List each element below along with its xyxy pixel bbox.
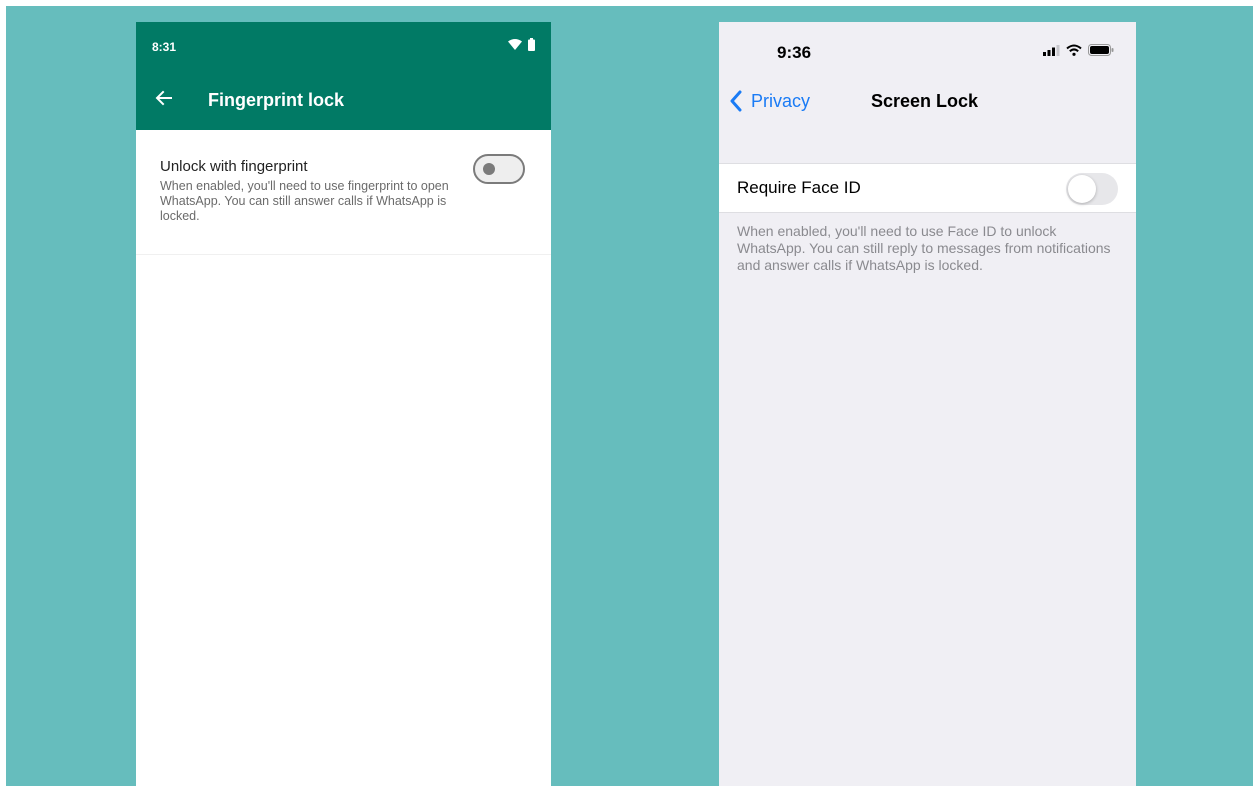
page-title: Screen Lock xyxy=(871,91,979,111)
setting-description: When enabled, you'll need to use fingerp… xyxy=(160,179,449,223)
back-button[interactable]: Privacy xyxy=(729,90,810,112)
status-icons xyxy=(508,38,535,51)
setting-row-face-id[interactable]: Require Face ID xyxy=(719,163,1136,213)
ios-screen: 9:36 Privacy Screen Lock Require Face ID xyxy=(719,22,1136,786)
status-time: 9:36 xyxy=(777,43,812,62)
status-time: 8:31 xyxy=(152,40,177,54)
setting-footnote: When enabled, you'll need to use Face ID… xyxy=(737,223,1111,273)
setting-label: Require Face ID xyxy=(737,178,861,197)
chevron-left-icon xyxy=(730,90,742,112)
status-icons xyxy=(1043,44,1114,56)
android-screen: 8:31 Fingerprint lock Unlock with finger… xyxy=(136,22,551,786)
back-label: Privacy xyxy=(751,90,811,111)
page-title: Fingerprint lock xyxy=(208,90,345,110)
face-id-switch[interactable] xyxy=(1066,173,1118,205)
battery-icon xyxy=(528,38,535,51)
android-app-bar: 8:31 Fingerprint lock xyxy=(136,22,551,130)
setting-row-fingerprint[interactable]: Unlock with fingerprint When enabled, yo… xyxy=(136,130,551,255)
wifi-icon xyxy=(508,39,522,50)
back-arrow-icon[interactable] xyxy=(154,88,174,108)
wifi-icon xyxy=(1066,44,1082,56)
battery-icon xyxy=(1088,44,1114,56)
switch-knob xyxy=(1068,175,1096,203)
fingerprint-toggle[interactable] xyxy=(473,154,525,184)
setting-title: Unlock with fingerprint xyxy=(160,158,308,175)
toggle-knob xyxy=(483,163,495,175)
signal-icon xyxy=(1043,44,1060,56)
